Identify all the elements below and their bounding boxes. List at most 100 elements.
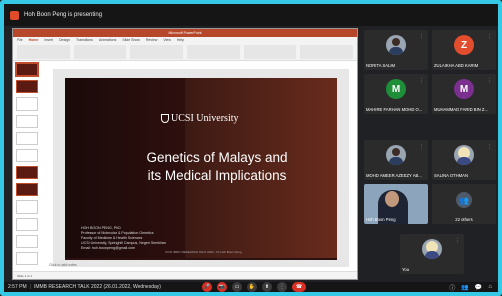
participant-name: MOHD AMEER AZEEZY AB... <box>366 173 422 178</box>
separator: | <box>29 284 31 290</box>
ribbon-tab[interactable]: Design <box>59 38 70 42</box>
participant-photo <box>386 145 406 165</box>
participant-tile[interactable]: Z ⋮ ZULAIKHA ABD KARIM <box>432 30 496 70</box>
others-tile[interactable]: 👥 22 others <box>432 184 496 224</box>
slide-thumbnail[interactable] <box>16 148 38 163</box>
ribbon-tab[interactable]: Home <box>29 38 39 42</box>
people-icon[interactable]: 👥 <box>461 284 468 291</box>
slide-thumbnail[interactable] <box>16 166 38 180</box>
participant-name: NORITA SALIM <box>366 63 396 68</box>
participant-tile[interactable]: M ⋮ MUHAMMAD FARID BIN Z... <box>432 74 496 114</box>
video-icon[interactable]: 📷 <box>217 282 227 292</box>
mic-off-icon: ⋮ <box>455 238 460 244</box>
mic-off-icon: ⋮ <box>419 34 424 40</box>
slide-thumbnail[interactable] <box>16 80 38 94</box>
powerpoint-ribbon: File Home Insert Design Transitions Anim… <box>13 37 357 61</box>
mic-off-icon: ⋮ <box>487 34 492 40</box>
chat-icon[interactable]: 💬 <box>475 284 482 291</box>
powerpoint-window-title: Microsoft PowerPoint <box>168 31 202 35</box>
slide-thumbnail[interactable] <box>16 251 38 266</box>
ribbon-tab[interactable]: Slide Show <box>122 38 140 42</box>
university-name: UCSI University <box>171 113 239 124</box>
slide-thumbnail[interactable] <box>16 217 38 231</box>
meeting-title: IMMB RESEARCH TALK 2022 (26.01.2022, Wed… <box>33 284 161 290</box>
slide-thumbnail[interactable] <box>16 200 38 214</box>
self-photo <box>422 239 442 259</box>
mic-off-icon: ⋮ <box>487 78 492 84</box>
powerpoint-statusbar: Slide 1 of 1 <box>13 271 357 279</box>
ribbon-tab[interactable]: Insert <box>44 38 53 42</box>
slide-title-line2: its Medical Implications <box>147 168 287 183</box>
participant-name: SALINA OTHMAN <box>434 173 468 178</box>
slide-thumbnails <box>15 61 40 266</box>
self-tile[interactable]: ⋮ You <box>400 234 464 274</box>
ribbon-group[interactable] <box>17 45 70 59</box>
participants-grid: ⋮ NORITA SALIM Z ⋮ ZULAIKHA ABD KARIM M … <box>364 30 500 278</box>
ribbon-tab[interactable]: View <box>163 38 171 42</box>
activities-icon[interactable]: ⌂ <box>488 284 492 290</box>
ribbon-group[interactable] <box>130 45 184 59</box>
participant-avatar: Z <box>454 35 474 55</box>
participant-name: Hoh Boon Peng <box>366 217 396 222</box>
current-slide[interactable]: UCSI University Genetics of Malays and i… <box>65 78 337 260</box>
slide-thumbnail[interactable] <box>16 234 38 248</box>
mic-off-icon: ⋮ <box>419 144 424 150</box>
mic-icon[interactable]: 🎤 <box>202 282 212 292</box>
presenting-icon <box>10 10 19 20</box>
ribbon-tab[interactable]: Help <box>177 38 184 42</box>
present-icon[interactable]: ⬆ <box>262 282 272 292</box>
slide-title-line1: Genetics of Malays and <box>146 150 288 165</box>
presenter-face <box>385 191 399 207</box>
call-controls: 🎤 📷 ▭ ✋ ⬆ ⋮ ☎ <box>202 282 306 292</box>
presenting-banner: Hoh Boon Peng is presenting <box>4 4 498 26</box>
ribbon-tab[interactable]: File <box>17 38 23 42</box>
mic-off-icon: ⋮ <box>419 78 424 84</box>
ribbon-groups <box>17 45 354 59</box>
ribbon-group[interactable] <box>187 45 240 59</box>
participant-tile[interactable]: ⋮ NORITA SALIM <box>364 30 428 70</box>
slide-canvas: UCSI University Genetics of Malays and i… <box>53 69 349 267</box>
slide-thumbnail[interactable] <box>16 183 38 197</box>
slide-counter: Slide 1 of 1 <box>17 273 33 278</box>
participant-avatar: M <box>386 79 406 99</box>
participant-tile[interactable]: ⋮ MOHD AMEER AZEEZY AB... <box>364 140 428 180</box>
ribbon-group[interactable] <box>300 45 354 59</box>
clock: 2:57 PM <box>8 284 27 290</box>
slide-thumbnail[interactable] <box>16 131 38 145</box>
participant-photo <box>454 145 474 165</box>
presenting-text: Hoh Boon Peng is presenting <box>24 12 103 18</box>
others-count: 22 others <box>455 217 473 222</box>
university-shield-icon <box>161 114 169 123</box>
self-name: You <box>402 267 410 272</box>
powerpoint-titlebar: Microsoft PowerPoint <box>13 29 357 37</box>
notes-placeholder[interactable]: Click to add notes <box>49 263 77 267</box>
participant-name: ZULAIKHA ABD KARIM <box>434 63 479 68</box>
participant-avatar: M <box>454 79 474 99</box>
participant-tile[interactable]: ⋮ SALINA OTHMAN <box>432 140 496 180</box>
shared-screen: Microsoft PowerPoint File Home Insert De… <box>12 28 358 280</box>
people-icon: 👥 <box>456 192 472 208</box>
captions-icon[interactable]: ▭ <box>232 282 242 292</box>
presenter-video-tile[interactable]: Hoh Boon Peng <box>364 184 428 224</box>
ribbon-group[interactable] <box>73 45 127 59</box>
participant-name: MUHAMMAD FARID BIN Z... <box>434 107 488 112</box>
ribbon-tab[interactable]: Review <box>146 38 157 42</box>
participant-name: MAHIRE FARHAN MOHD O... <box>366 107 423 112</box>
university-logo: UCSI University <box>161 113 239 124</box>
participant-photo <box>386 35 406 55</box>
ribbon-group[interactable] <box>243 45 297 59</box>
mic-off-icon: ⋮ <box>487 144 492 150</box>
slide-thumbnail[interactable] <box>15 61 39 78</box>
ribbon-tabs: File Home Insert Design Transitions Anim… <box>17 38 184 42</box>
slide-thumbnail[interactable] <box>16 97 38 111</box>
end-call-icon[interactable]: ☎ <box>292 282 306 292</box>
slide-footer: UCSI IMRC RESEARCH TALK 2022 - Dr Hoh Bo… <box>165 250 242 254</box>
meeting-toolbar: 2:57 PM | IMMB RESEARCH TALK 2022 (26.01… <box>4 282 498 292</box>
ribbon-tab[interactable]: Animations <box>99 38 116 42</box>
more-icon[interactable]: ⋮ <box>277 282 287 292</box>
slide-thumbnail[interactable] <box>16 114 38 128</box>
ribbon-tab[interactable]: Transitions <box>76 38 93 42</box>
participant-tile[interactable]: M ⋮ MAHIRE FARHAN MOHD O... <box>364 74 428 114</box>
info-icon[interactable]: ⓘ <box>449 283 455 292</box>
raise-hand-icon[interactable]: ✋ <box>247 282 257 292</box>
